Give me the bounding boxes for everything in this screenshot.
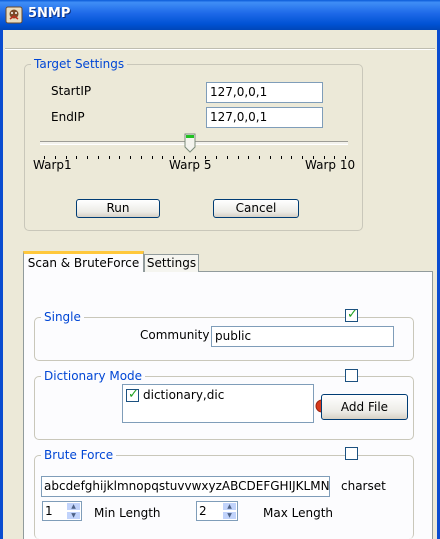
charset-input[interactable]: abcdefghijklmnopqstuvvwxyzABCDEFGHIJKLMN… [41, 476, 330, 497]
slider-tick [226, 156, 228, 159]
slider-tick [97, 156, 99, 159]
target-settings-legend: Target Settings [31, 57, 128, 71]
slider-tick [76, 156, 78, 159]
spin-up-icon[interactable]: ▲ [222, 502, 237, 511]
dictionary-file-list[interactable]: ✓ dictionary,dic [122, 384, 314, 423]
add-file-button[interactable]: Add File [321, 394, 408, 420]
min-length-label: Min Length [94, 506, 161, 520]
brute-force-group: Brute Force [34, 448, 414, 539]
spin-up-icon[interactable]: ▲ [66, 502, 81, 511]
slider-tick [151, 156, 153, 159]
min-length-spinner[interactable]: 1 ▲ ▼ [42, 501, 82, 521]
dictionary-file-checkbox[interactable]: ✓ [126, 387, 139, 402]
run-button[interactable]: Run [76, 199, 160, 218]
max-length-label: Max Length [263, 506, 334, 520]
single-legend: Single [41, 310, 84, 324]
speed-max-label: Warp 10 [305, 158, 356, 172]
min-length-value: 1 [45, 504, 53, 518]
brute-force-legend: Brute Force [41, 448, 117, 462]
speed-slider-thumb[interactable] [184, 133, 196, 153]
slider-tick [248, 156, 250, 159]
end-ip-label: EndIP [51, 110, 85, 124]
tab-settings[interactable]: Settings [144, 254, 199, 272]
brute-force-enable-checkbox[interactable] [345, 447, 358, 460]
slider-tick [162, 156, 164, 159]
slider-tick [269, 156, 271, 159]
slider-tick [302, 156, 303, 159]
app-icon [5, 6, 23, 24]
speed-min-label: Warp1 [33, 158, 72, 172]
tab-scan-bruteforce[interactable]: Scan & BruteForce [23, 251, 144, 272]
community-label: Community [140, 328, 210, 342]
max-length-spinner[interactable]: 2 ▲ ▼ [196, 501, 238, 521]
end-ip-input[interactable]: 127,0,0,1 [206, 107, 323, 128]
spin-down-icon[interactable]: ▼ [222, 511, 237, 520]
slider-tick [280, 156, 282, 159]
cancel-button[interactable]: Cancel [213, 199, 299, 218]
max-length-value: 2 [199, 504, 207, 518]
window-title: 5NMP [28, 6, 71, 21]
start-ip-label: StartIP [51, 84, 92, 98]
checkmark-icon: ✓ [128, 387, 139, 402]
dictionary-file-name: dictionary,dic [143, 388, 225, 402]
slider-tick [259, 156, 260, 159]
dictionary-enable-checkbox[interactable] [345, 369, 358, 382]
slider-tick [140, 156, 142, 159]
speed-mid-label: Warp 5 [169, 158, 212, 172]
divider-highlight [5, 49, 435, 50]
slider-tick [87, 156, 88, 159]
slider-tick [237, 156, 239, 159]
slider-tick [108, 156, 110, 159]
charset-label: charset [341, 479, 386, 493]
dictionary-legend: Dictionary Mode [41, 369, 146, 383]
title-bar: 5NMP [0, 0, 440, 30]
single-enable-checkbox[interactable]: ✓ [345, 307, 358, 322]
slider-tick [291, 156, 293, 159]
slider-tick [130, 156, 131, 159]
slider-tick [119, 156, 121, 159]
community-input[interactable]: public [211, 326, 394, 347]
spin-down-icon[interactable]: ▼ [66, 511, 81, 520]
slider-tick [216, 156, 217, 159]
start-ip-input[interactable]: 127,0,0,1 [206, 82, 323, 103]
checkmark-icon: ✓ [347, 307, 358, 322]
